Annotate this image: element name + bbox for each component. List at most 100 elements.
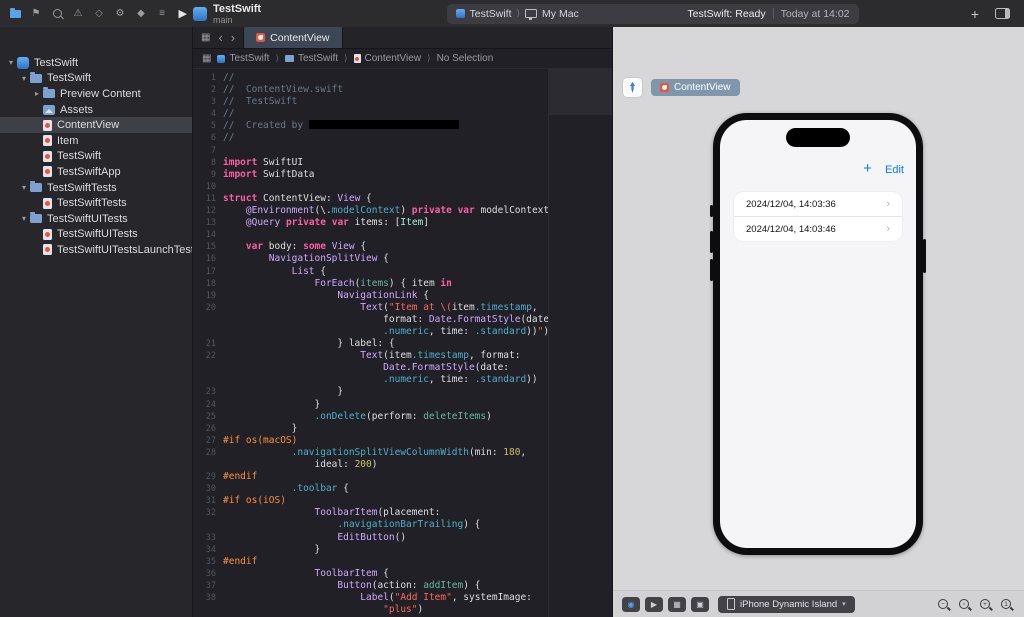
minimap[interactable]	[548, 69, 612, 617]
edit-button[interactable]: Edit	[885, 164, 904, 176]
run-button[interactable]: ▶	[179, 7, 187, 20]
tree-item-testswiftuitestslaunchtests[interactable]: TestSwiftUITestsLaunchTests	[0, 242, 192, 258]
line-number	[193, 314, 223, 326]
chevron-right-icon[interactable]: ▸	[31, 89, 43, 98]
chevron-down-icon[interactable]: ▾	[5, 58, 17, 67]
scheme-app-icon	[455, 9, 465, 18]
chevron-down-icon[interactable]: ▾	[18, 74, 30, 83]
device-settings-icon: ▣	[696, 599, 704, 609]
breadcrumb-item[interactable]: ContentView	[353, 53, 421, 64]
debug-navigator-icon[interactable]: ⚙	[114, 8, 126, 20]
device-icon	[727, 598, 735, 610]
breakpoint-navigator-icon[interactable]: ◆	[135, 8, 147, 20]
line-number: 9	[210, 169, 216, 180]
volume-down-button	[710, 259, 713, 281]
swift-icon	[43, 135, 52, 147]
tree-item-item[interactable]: Item	[0, 133, 192, 149]
tree-item-testswifttests[interactable]: ▾ TestSwiftTests	[0, 180, 192, 196]
breadcrumb-item[interactable]: TestSwift	[284, 53, 338, 64]
tab-bar: ▦ ‹ › ContentView	[193, 27, 612, 49]
tree-item-testswifttests[interactable]: TestSwiftTests	[0, 195, 192, 211]
line-number: 13	[205, 218, 216, 229]
bookmark-navigator-icon[interactable]: ⚑	[30, 8, 42, 20]
preview-canvas: ContentView + Edit 2024/12/04, 14:03:36 ›…	[612, 27, 1024, 617]
code-editor[interactable]: 1//2// ContentView.swift 3// TestSwift 4//…	[193, 69, 612, 617]
tree-item-label: Item	[57, 134, 79, 147]
breadcrumb-item[interactable]: TestSwift	[217, 53, 269, 64]
line-number	[193, 604, 223, 616]
editor-grid-icon[interactable]: ▦	[201, 32, 210, 43]
device-selector[interactable]: iPhone Dynamic Island ▾	[718, 595, 855, 613]
activity-bar: TestSwift ⟩ My Mac TestSwift: Ready Toda…	[446, 3, 859, 24]
line-number: 8	[210, 157, 216, 168]
zoom-actual-size-button[interactable]: 1	[1001, 599, 1011, 609]
library-add-button[interactable]: +	[971, 7, 979, 21]
tree-item-assets[interactable]: Assets	[0, 102, 192, 118]
zoom-fit-button[interactable]: ▫	[959, 599, 969, 609]
dynamic-island	[786, 128, 850, 147]
chevron-down-icon[interactable]: ▾	[18, 183, 30, 192]
line-number: 30	[205, 484, 216, 495]
mute-switch	[710, 205, 713, 217]
preview-chip[interactable]: ContentView	[651, 79, 740, 96]
line-number: 10	[205, 181, 216, 192]
zoom-out-button[interactable]: −	[938, 599, 948, 609]
live-preview-button[interactable]: ◉	[622, 596, 640, 612]
line-number: 21	[205, 339, 216, 350]
swift-icon	[43, 244, 52, 256]
variants-mode-button[interactable]: ▦	[668, 596, 686, 612]
line-number: 1	[210, 73, 216, 83]
selectable-mode-button[interactable]: ▶	[645, 596, 663, 612]
report-navigator-icon[interactable]: ≡	[156, 8, 168, 20]
line-number: 37	[205, 580, 216, 591]
list-item[interactable]: 2024/12/04, 14:03:36 ›	[734, 192, 902, 216]
issue-navigator-icon[interactable]: ⚠	[72, 8, 84, 20]
device-settings-button[interactable]: ▣	[691, 596, 709, 612]
project-icon	[193, 6, 207, 21]
toolbar: ⚑ ⚠ ◇ ⚙ ◆ ≡ ▶ TestSwift main TestSwift ⟩ My M…	[0, 0, 1024, 28]
chevron-right-icon: ›	[886, 223, 890, 235]
tree-item-label: TestSwiftTests	[57, 197, 127, 210]
folder-icon	[284, 55, 294, 62]
project-navigator-icon[interactable]	[9, 7, 21, 20]
tab-contentview[interactable]: ContentView	[243, 27, 343, 48]
preview-chip-label: ContentView	[674, 82, 731, 93]
scheme-selector[interactable]: TestSwift ⟩ My Mac	[455, 8, 579, 20]
add-item-button[interactable]: +	[863, 161, 872, 177]
editor-layout-icon[interactable]	[995, 8, 1010, 19]
tree-item-testswift[interactable]: ▾ TestSwift	[0, 55, 192, 71]
pin-button[interactable]	[623, 78, 642, 97]
list-item[interactable]: 2024/12/04, 14:03:46 ›	[734, 216, 902, 241]
chevron-down-icon[interactable]: ▾	[18, 214, 30, 223]
tree-item-testswift[interactable]: TestSwift	[0, 149, 192, 165]
line-number: 18	[205, 278, 216, 289]
tree-item-testswiftuitests[interactable]: TestSwiftUITests	[0, 227, 192, 243]
line-number	[193, 459, 223, 471]
line-number: 20	[205, 302, 216, 313]
line-number	[193, 362, 223, 374]
tree-item-testswift[interactable]: ▾ TestSwift	[0, 71, 192, 87]
status-area[interactable]: TestSwift: Ready Today at 14:02	[687, 8, 849, 20]
line-number: 22	[205, 351, 216, 362]
minimap-viewport	[549, 69, 612, 115]
tree-item-preview-content[interactable]: ▸ Preview Content	[0, 86, 192, 102]
forward-button[interactable]: ›	[231, 31, 235, 44]
chevron-right-icon: ›	[886, 198, 890, 210]
find-navigator-icon[interactable]	[51, 8, 63, 20]
chevron-separator-icon: ⟩	[516, 8, 521, 18]
tree-item-label: TestSwift	[57, 150, 102, 163]
navigator-panel: ▾ TestSwift ▾ TestSwift ▸ Preview Content Asse…	[0, 27, 193, 617]
canvas-bottom-bar: ◉ ▶ ▦ ▣ iPhone Dynamic Island ▾ − ▫ +1	[613, 590, 1024, 617]
breadcrumb-item[interactable]: No Selection	[437, 53, 494, 64]
tree-item-testswiftapp[interactable]: TestSwiftApp	[0, 164, 192, 180]
swift-icon	[43, 197, 52, 209]
tree-item-testswiftuitests[interactable]: ▾ TestSwiftUITests	[0, 211, 192, 227]
line-number: 23	[205, 387, 216, 398]
related-items-icon[interactable]: ▦	[202, 53, 211, 64]
volume-up-button	[710, 231, 713, 253]
xcode-window: ⚑ ⚠ ◇ ⚙ ◆ ≡ ▶ TestSwift main TestSwift ⟩ My M…	[0, 0, 1024, 617]
tree-item-contentview[interactable]: ContentView	[0, 117, 192, 133]
zoom-in-button[interactable]: +	[980, 599, 990, 609]
test-navigator-icon[interactable]: ◇	[93, 8, 105, 20]
back-button[interactable]: ‹	[218, 31, 222, 44]
